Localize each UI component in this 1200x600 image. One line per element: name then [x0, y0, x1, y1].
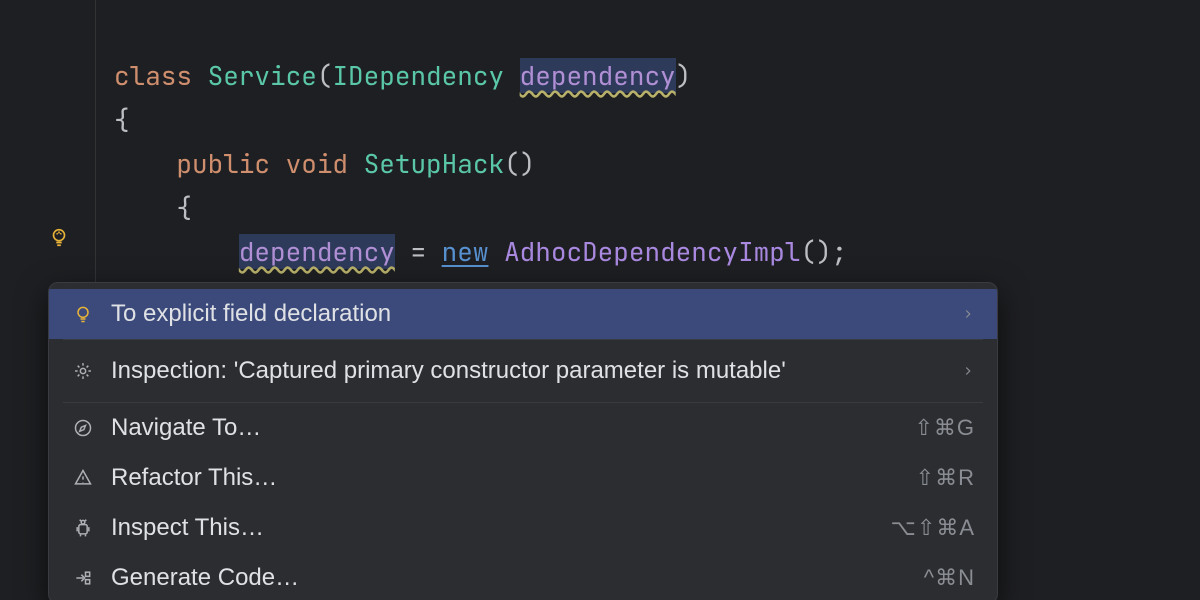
menu-item-generate-code[interactable]: Generate Code… ^⌘N [49, 553, 997, 600]
menu-item-refactor-this[interactable]: Refactor This… ⇧⌘R [49, 453, 997, 503]
type-idependency: IDependency [332, 58, 504, 93]
chevron-right-icon [961, 307, 975, 321]
keyword-void: void [286, 146, 348, 181]
menu-item-label: To explicit field declaration [111, 300, 945, 328]
menu-item-label: Generate Code… [111, 564, 908, 592]
menu-item-shortcut: ^⌘N [924, 565, 975, 591]
code-block: class Service(IDependency dependency) { … [96, 0, 1200, 318]
type-adhocdependencyimpl: AdhocDependencyImpl [504, 234, 800, 269]
compass-icon [71, 418, 95, 438]
generate-icon [71, 568, 95, 588]
keyword-public: public [176, 146, 270, 181]
keyword-class: class [114, 58, 192, 93]
menu-item-shortcut: ⌥⇧⌘A [891, 515, 975, 541]
menu-item-label: Inspection: 'Captured primary constructo… [111, 357, 945, 385]
intention-actions-popup[interactable]: To explicit field declaration Inspection… [48, 282, 998, 600]
menu-item-to-explicit-field[interactable]: To explicit field declaration [49, 289, 997, 339]
chevron-right-icon [961, 364, 975, 378]
method-setuphack: SetupHack [364, 146, 504, 181]
menu-item-navigate-to[interactable]: Navigate To… ⇧⌘G [49, 403, 997, 453]
param-dependency[interactable]: dependency [520, 58, 676, 93]
menu-item-label: Refactor This… [111, 464, 900, 492]
warning-icon [71, 468, 95, 488]
menu-item-inspection[interactable]: Inspection: 'Captured primary constructo… [49, 340, 997, 402]
menu-item-shortcut: ⇧⌘R [916, 465, 975, 491]
keyword-new: new [442, 234, 489, 269]
identifier-dependency[interactable]: dependency [239, 234, 395, 269]
menu-item-label: Inspect This… [111, 514, 875, 542]
menu-item-shortcut: ⇧⌘G [914, 415, 975, 441]
android-icon [71, 518, 95, 538]
gear-icon [71, 361, 95, 381]
bulb-icon [71, 304, 95, 324]
lightbulb-icon[interactable] [48, 226, 70, 248]
type-service: Service [208, 58, 317, 93]
menu-item-inspect-this[interactable]: Inspect This… ⌥⇧⌘A [49, 503, 997, 553]
menu-item-label: Navigate To… [111, 414, 898, 442]
